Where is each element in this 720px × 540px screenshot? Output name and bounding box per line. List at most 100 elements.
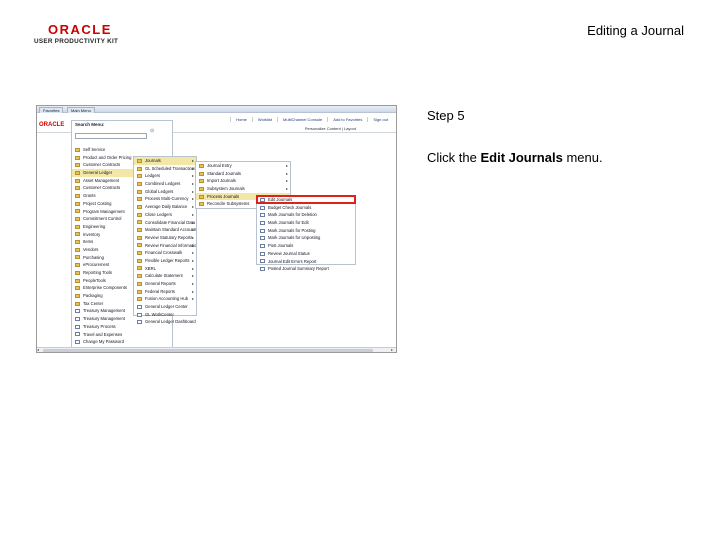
menu-item-self-service[interactable]: Self Service <box>72 146 172 154</box>
menu-item-label: Inventory <box>83 231 101 237</box>
menu-item-label: Self Service <box>83 147 106 152</box>
menu-item-ledgers[interactable]: Ledgers ▸ <box>134 172 196 180</box>
menu-item-process-multi-currency[interactable]: Process Multi-Currency ▸ <box>134 195 196 203</box>
menu-item-mark-journals-for-edit[interactable]: Mark Journals for Edit <box>257 219 355 227</box>
menu-item-mark-journals-for-deletion[interactable]: Mark Journals for Deletion <box>257 211 355 219</box>
menu-item-label: Journal Entry <box>207 163 232 168</box>
submenu-arrow-icon: ▸ <box>191 158 194 163</box>
menu-item-label: Customer Contracts <box>83 162 121 168</box>
menu-item-maintain-standard-accounts[interactable]: Maintain Standard Accounts ▸ <box>134 226 196 234</box>
menu-item-review-journal-status[interactable]: Review Journal Status <box>257 250 355 258</box>
scroll-left-icon[interactable]: ◂ <box>37 348 42 352</box>
menu-item-label: GL WorkCenter <box>145 311 174 317</box>
menu-item-general-ledger-dashboard[interactable]: General Ledger Dashboard <box>134 318 196 326</box>
folder-icon <box>199 194 204 199</box>
menu-item-label: GL Scheduled Transactions <box>145 165 196 171</box>
menu-item-subsystem-journals[interactable]: Subsystem Journals ▸ <box>196 185 290 193</box>
menu-item-posted-journal-summary-report[interactable]: Posted Journal Summary Report <box>257 265 355 273</box>
menu-item-label: Close Ledgers <box>145 211 173 217</box>
menu-item-flexible-ledger-reports[interactable]: Flexible Ledger Reports ▸ <box>134 257 196 265</box>
menu-item-budget-check-journals[interactable]: Budget Check Journals <box>257 204 355 212</box>
header-link-worklist[interactable]: Worklist <box>251 117 277 122</box>
menu-item-general-ledger-center[interactable]: General Ledger Center <box>134 303 196 311</box>
instruction-text: Click the Edit Journals menu. <box>427 150 603 165</box>
menu-item-journal-edit-errors-report[interactable]: Journal Edit Errors Report <box>257 258 355 266</box>
menu-item-label: General Ledger Dashboard <box>145 319 196 325</box>
header-link-multichannel[interactable]: MultiChannel Console <box>277 117 327 122</box>
menu-item-label: Fusion Accounting Hub <box>145 296 189 302</box>
menu-item-label: Vendors <box>83 246 99 252</box>
menu-item-financial-crosswalk[interactable]: Financial Crosswalk ▸ <box>134 249 196 257</box>
submenu-arrow-icon: ▸ <box>191 173 194 179</box>
header-link-sign-out[interactable]: Sign out <box>367 117 393 122</box>
folder-icon <box>137 166 142 171</box>
menu-item-review-financial-information[interactable]: Review Financial Information ▸ <box>134 242 196 250</box>
submenu-arrow-icon: ▸ <box>191 204 194 210</box>
folder-icon <box>137 235 142 240</box>
menu-item-mark-journals-for-posting[interactable]: Mark Journals for Posting <box>257 227 355 235</box>
menu-item-label: Flexible Ledger Reports <box>145 257 190 263</box>
menu-item-label: Federal Reports <box>145 288 176 294</box>
browser-tab-bar: Favorites Main Menu <box>37 106 396 113</box>
submenu-arrow-icon: ▸ <box>191 165 194 171</box>
instruction-prefix: Click the <box>427 150 481 165</box>
menu-item-post-journals[interactable]: Post Journals <box>257 242 355 250</box>
process-journals-list: Edit Journals Budget Check Journals Mark J… <box>257 196 355 273</box>
oracle-upk-logo: ORACLE USER PRODUCTIVITY KIT <box>34 22 126 48</box>
folder-icon <box>75 247 80 252</box>
menu-item-average-daily-balance[interactable]: Average Daily Balance ▸ <box>134 203 196 211</box>
menu-item-general-reports[interactable]: General Reports ▸ <box>134 280 196 288</box>
menu-item-fusion-accounting-hub[interactable]: Fusion Accounting Hub ▸ <box>134 295 196 303</box>
folder-icon <box>199 163 204 168</box>
step-label: Step 5 <box>427 108 465 123</box>
menu-item-label: Product and Order Pricing <box>83 154 132 160</box>
menu-item-label: Process Journals <box>207 193 240 199</box>
menu-item-label: Average Daily Balance <box>145 204 188 210</box>
menu-item-import-journals[interactable]: Import Journals ▸ <box>196 177 290 185</box>
menu-item-global-ledgers[interactable]: Global Ledgers ▸ <box>134 188 196 196</box>
logo-product: USER PRODUCTIVITY KIT <box>34 38 119 45</box>
menu-item-federal-reports[interactable]: Federal Reports ▸ <box>134 288 196 296</box>
menu-item-gl-scheduled-transactions[interactable]: GL Scheduled Transactions ▸ <box>134 165 196 173</box>
menu-item-calculate-statement[interactable]: Calculate Statement ▸ <box>134 272 196 280</box>
folder-icon <box>199 202 204 207</box>
document-icon <box>137 320 142 325</box>
menu-item-standard-journals[interactable]: Standard Journals ▸ <box>196 170 290 178</box>
menu-item-journals[interactable]: Journals ▸ <box>134 157 196 165</box>
menu-item-change-my-password[interactable]: Change My Password <box>72 338 172 346</box>
instruction-target: Edit Journals <box>480 150 563 165</box>
folder-icon <box>75 270 80 275</box>
folder-icon <box>137 189 142 194</box>
menu-item-mark-journals-for-unposting[interactable]: Mark Journals for Unposting <box>257 234 355 242</box>
menu-item-review-statutory-reports[interactable]: Review Statutory Reports ▸ <box>134 234 196 242</box>
menu-item-travel-and-expenses[interactable]: Travel and Expenses <box>72 331 172 339</box>
menu-item-label: Mark Journals for Unposting <box>268 235 321 241</box>
personalize-links[interactable]: Personalize Content | Layout <box>305 126 356 131</box>
scroll-right-icon[interactable]: ▸ <box>391 348 396 352</box>
menu-item-xbrl[interactable]: XBRL ▸ <box>134 265 196 273</box>
menu-item-journal-entry[interactable]: Journal Entry ▸ <box>196 162 290 170</box>
menu-item-label: Review Financial Information <box>145 242 196 248</box>
scrollbar-thumb[interactable] <box>43 349 373 352</box>
folder-icon <box>75 232 80 237</box>
logo-brand: ORACLE <box>48 22 112 37</box>
horizontal-scrollbar[interactable]: ◂ ▸ <box>37 347 396 352</box>
header-link-home[interactable]: Home <box>230 117 252 122</box>
search-go-icon[interactable]: ⊙ <box>150 128 156 134</box>
submenu-arrow-icon: ▸ <box>191 227 194 233</box>
menu-item-label: Engineering <box>83 223 106 229</box>
document-icon <box>137 304 142 309</box>
folder-icon <box>199 171 204 176</box>
submenu-arrow-icon: ▸ <box>285 163 288 168</box>
menu-item-gl-workcenter[interactable]: GL WorkCenter <box>134 311 196 319</box>
header-link-add-favorites[interactable]: Add to Favorites <box>327 117 367 122</box>
menu-item-close-ledgers[interactable]: Close Ledgers ▸ <box>134 211 196 219</box>
menu-item-combined-ledgers[interactable]: Combined Ledgers ▸ <box>134 180 196 188</box>
search-menu-input[interactable] <box>75 133 147 139</box>
menu-item-consolidate-financial-data[interactable]: Consolidate Financial Data ▸ <box>134 219 196 227</box>
folder-icon <box>75 217 80 222</box>
menu-item-label: Standard Journals <box>207 170 241 176</box>
folder-icon <box>137 243 142 248</box>
folder-icon <box>137 220 142 225</box>
menu-item-label: Posted Journal Summary Report <box>268 266 329 272</box>
